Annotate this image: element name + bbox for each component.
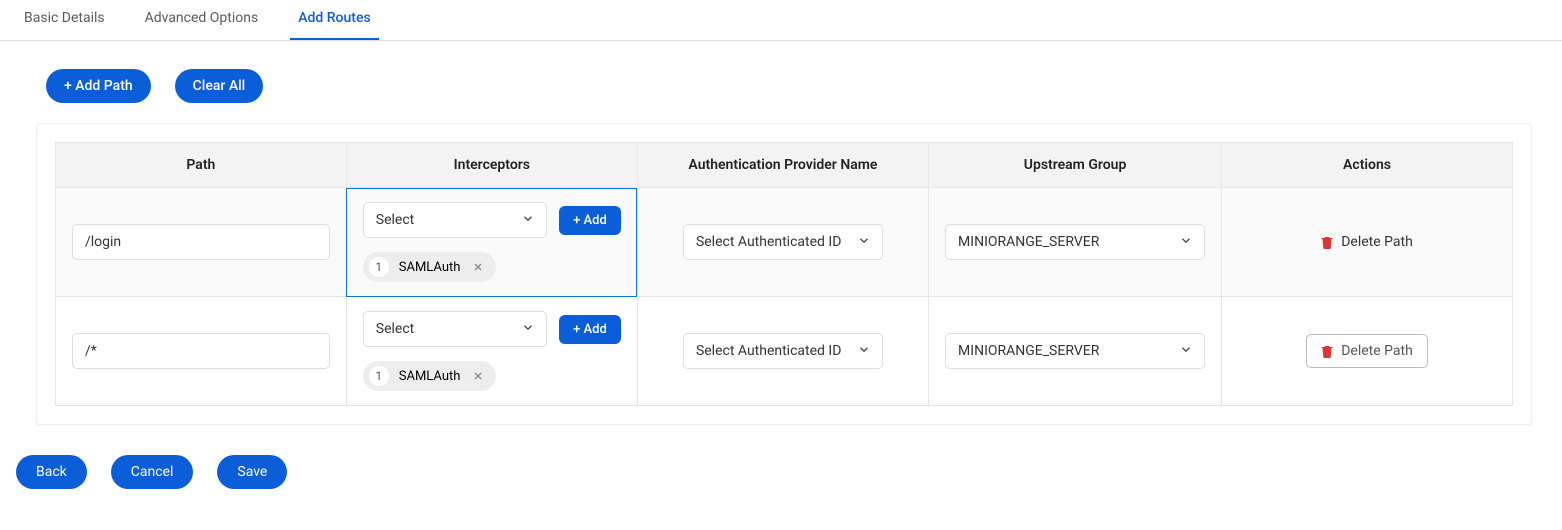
clear-all-button[interactable]: Clear All: [175, 69, 264, 103]
cancel-button[interactable]: Cancel: [111, 455, 194, 489]
tab-basic-details[interactable]: Basic Details: [16, 0, 113, 40]
interceptor-select[interactable]: Select: [363, 311, 547, 347]
tab-advanced-options[interactable]: Advanced Options: [137, 0, 267, 40]
cell-auth: Select Authenticated ID: [637, 297, 928, 406]
cell-actions: Delete Path: [1222, 297, 1513, 406]
col-header-upstream: Upstream Group: [929, 143, 1222, 188]
chip-label: SAMLAuth: [399, 260, 461, 275]
back-button[interactable]: Back: [16, 455, 87, 489]
path-input[interactable]: [72, 333, 330, 369]
add-path-button[interactable]: + Add Path: [46, 69, 151, 103]
upstream-select[interactable]: MINIORANGE_SERVER: [945, 224, 1205, 260]
toolbar: + Add Path Clear All: [0, 41, 1562, 123]
trash-icon: [1321, 235, 1333, 249]
col-header-auth: Authentication Provider Name: [637, 143, 928, 188]
upstream-label: MINIORANGE_SERVER: [945, 333, 1205, 369]
interceptor-select-label: Select: [363, 311, 547, 347]
cell-path: [56, 297, 347, 406]
auth-provider-select[interactable]: Select Authenticated ID: [683, 333, 883, 369]
cell-upstream: MINIORANGE_SERVER: [929, 188, 1222, 297]
tab-add-routes[interactable]: Add Routes: [290, 0, 378, 40]
delete-path-label: Delete Path: [1341, 234, 1413, 250]
cell-upstream: MINIORANGE_SERVER: [929, 297, 1222, 406]
auth-provider-label: Select Authenticated ID: [683, 333, 883, 369]
delete-path-label: Delete Path: [1341, 343, 1413, 359]
cell-actions: Delete Path: [1222, 188, 1513, 297]
delete-path-button[interactable]: Delete Path: [1307, 226, 1427, 258]
routes-panel: Path Interceptors Authentication Provide…: [36, 123, 1532, 425]
path-input[interactable]: [72, 224, 330, 260]
add-interceptor-button[interactable]: + Add: [559, 315, 621, 344]
chip-label: SAMLAuth: [399, 369, 461, 384]
interceptor-select-label: Select: [363, 202, 547, 238]
auth-provider-label: Select Authenticated ID: [683, 224, 883, 260]
add-interceptor-button[interactable]: + Add: [559, 206, 621, 235]
close-icon[interactable]: [470, 368, 486, 384]
interceptor-chip: 1 SAMLAuth: [363, 252, 497, 282]
upstream-select[interactable]: MINIORANGE_SERVER: [945, 333, 1205, 369]
delete-path-button[interactable]: Delete Path: [1306, 334, 1428, 368]
chip-index: 1: [369, 257, 389, 277]
interceptor-chip: 1 SAMLAuth: [363, 361, 497, 391]
table-row: Select + Add 1 SAMLAuth: [56, 297, 1513, 406]
tab-bar: Basic Details Advanced Options Add Route…: [0, 0, 1562, 41]
cell-interceptors: Select + Add 1 SAMLAuth: [346, 188, 637, 297]
save-button[interactable]: Save: [217, 455, 287, 489]
cell-auth: Select Authenticated ID: [637, 188, 928, 297]
col-header-interceptors: Interceptors: [346, 143, 637, 188]
footer-buttons: Back Cancel Save: [0, 425, 1562, 509]
table-row: Select + Add 1 SAMLAuth: [56, 188, 1513, 297]
interceptor-select[interactable]: Select: [363, 202, 547, 238]
auth-provider-select[interactable]: Select Authenticated ID: [683, 224, 883, 260]
trash-icon: [1321, 344, 1333, 358]
col-header-actions: Actions: [1222, 143, 1513, 188]
cell-path: [56, 188, 347, 297]
cell-interceptors: Select + Add 1 SAMLAuth: [346, 297, 637, 406]
routes-table: Path Interceptors Authentication Provide…: [55, 142, 1513, 406]
chip-index: 1: [369, 366, 389, 386]
col-header-path: Path: [56, 143, 347, 188]
close-icon[interactable]: [470, 259, 486, 275]
upstream-label: MINIORANGE_SERVER: [945, 224, 1205, 260]
